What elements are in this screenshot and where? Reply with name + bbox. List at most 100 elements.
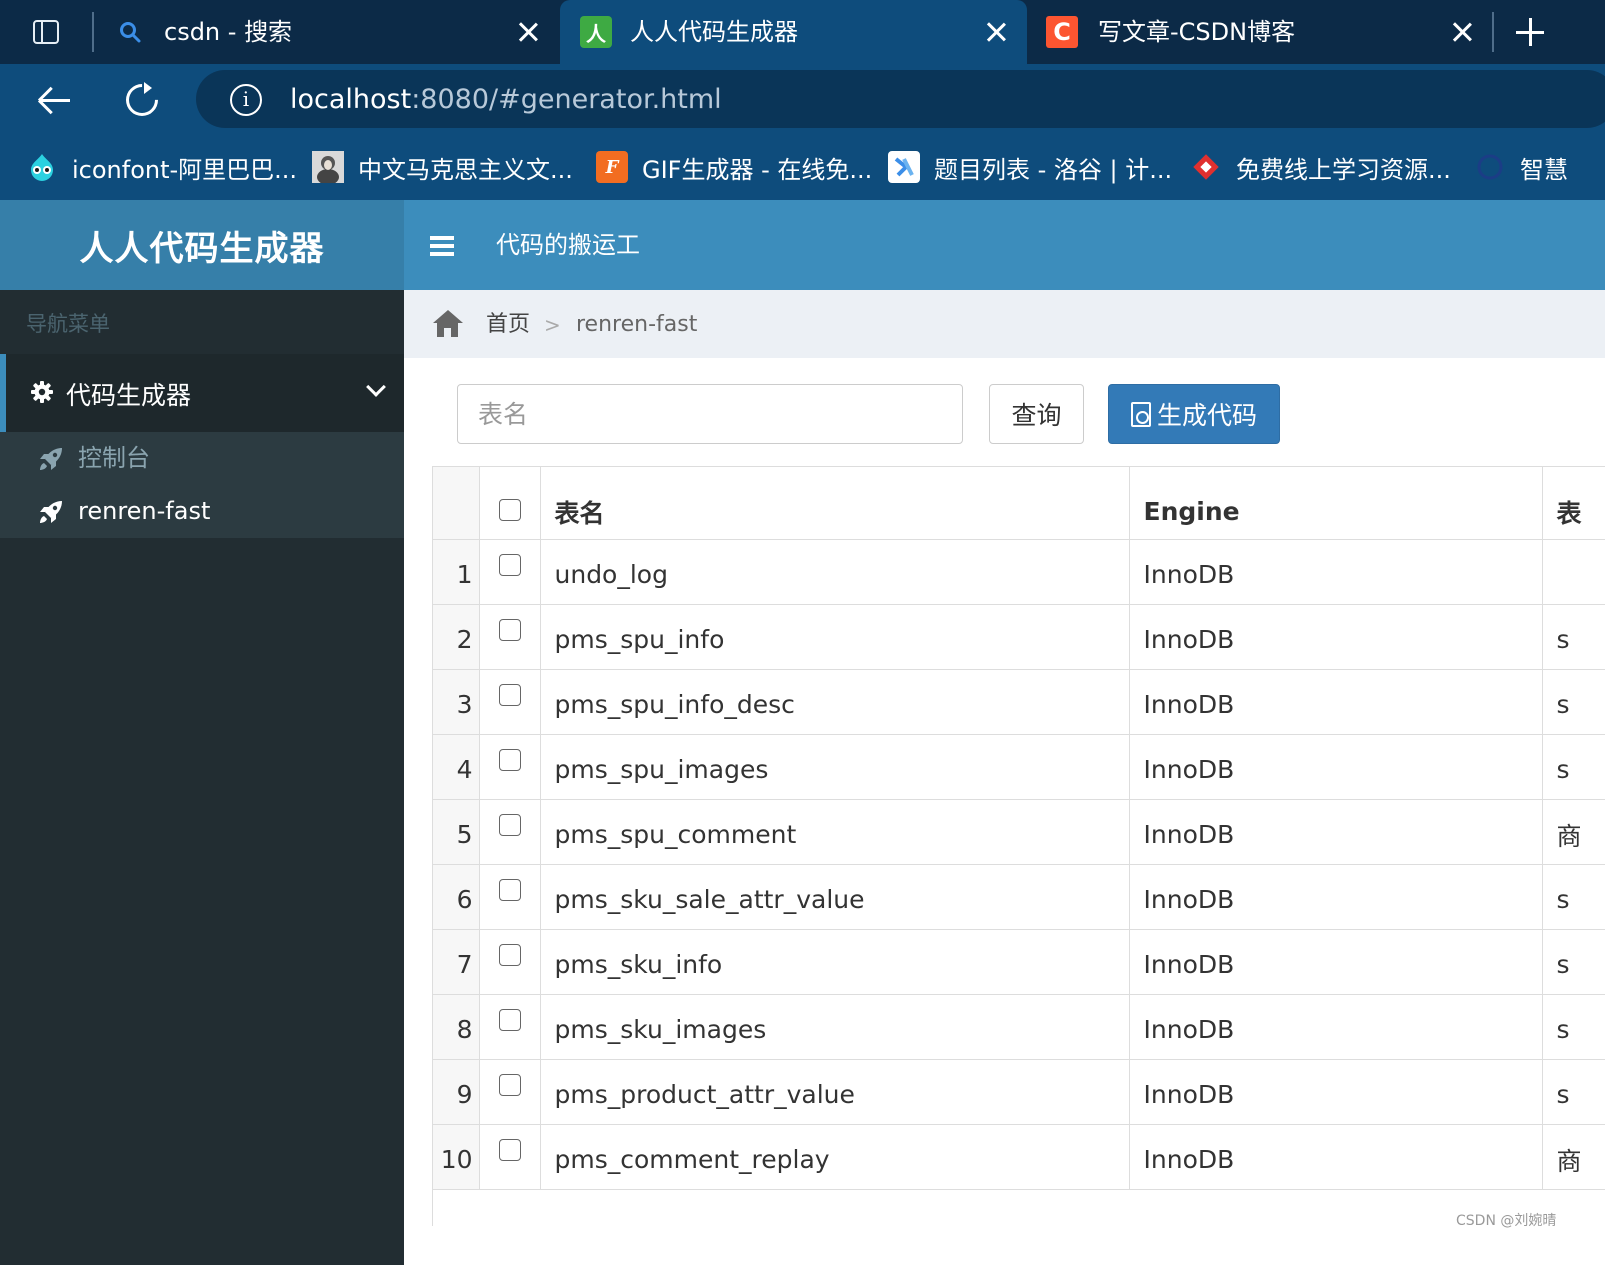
row-checkbox-cell (479, 929, 541, 995)
engine-cell: InnoDB (1129, 799, 1543, 865)
breadcrumb-home[interactable]: 首页 (486, 310, 530, 340)
comment-cell: 商 (1542, 799, 1605, 865)
bookmark-gif-generator[interactable]: F GIF生成器 - 在线免... (596, 150, 872, 184)
tab-title: 写文章-CSDN博客 (1098, 18, 1296, 46)
tab-csdn-search[interactable]: csdn - 搜索 (104, 0, 554, 64)
bookmark-label: 智慧 (1520, 155, 1568, 184)
engine-cell: InnoDB (1129, 604, 1543, 670)
bookmark-free-learning[interactable]: 免费线上学习资源... (1190, 150, 1451, 184)
url-text[interactable]: localhost:8080/#generator.html (290, 84, 722, 116)
table-name-cell: undo_log (540, 539, 1130, 605)
row-number: 6 (433, 864, 480, 930)
generate-code-label: 生成代码 (1156, 401, 1257, 430)
row-checkbox[interactable] (498, 1073, 521, 1096)
bookmarks-bar: iconfont-阿里巴巴... 中文马克思主义文... F GIF生成器 - … (0, 134, 1605, 200)
table-row[interactable]: 8 pms_sku_images InnoDB s (433, 994, 1605, 1060)
close-icon[interactable] (1448, 18, 1476, 46)
bookmark-marxism[interactable]: 中文马克思主义文... (312, 150, 573, 184)
column-header-table-name[interactable]: 表名 (540, 467, 1130, 540)
hamburger-menu-icon[interactable] (430, 236, 454, 256)
row-number: 9 (433, 1059, 480, 1125)
table-container: 表名 Engine 表 1 undo_log InnoDB 2 pms_spu_info… (432, 466, 1605, 1226)
tab-title: 人人代码生成器 (630, 18, 798, 46)
row-checkbox[interactable] (498, 813, 521, 836)
row-checkbox[interactable] (498, 878, 521, 901)
sidebar-header: 导航菜单 (26, 312, 110, 336)
circle-icon (1474, 151, 1506, 183)
tab-actions-icon[interactable] (28, 14, 64, 50)
row-checkbox[interactable] (498, 683, 521, 706)
row-checkbox[interactable] (498, 748, 521, 771)
sidebar-submenu: 控制台 renren-fast (0, 432, 404, 538)
bookmark-label: 免费线上学习资源... (1236, 155, 1451, 184)
table-row[interactable]: 10 pms_comment_replay InnoDB 商 (433, 1124, 1605, 1190)
url-host: localhost (290, 84, 412, 115)
row-checkbox[interactable] (498, 943, 521, 966)
row-checkbox[interactable] (498, 618, 521, 641)
table-name-cell: pms_spu_info_desc (540, 669, 1130, 735)
table-row[interactable]: 7 pms_sku_info InnoDB s (433, 929, 1605, 995)
home-icon[interactable] (432, 310, 464, 338)
query-button[interactable]: 查询 (989, 384, 1084, 444)
row-number: 8 (433, 994, 480, 1060)
back-arrow-icon[interactable] (36, 80, 76, 120)
comment-cell: 商 (1542, 1124, 1605, 1190)
table-name-cell: pms_sku_info (540, 929, 1130, 995)
bookmark-label: iconfont-阿里巴巴... (72, 155, 298, 184)
watermark: CSDN @刘婉晴 (1456, 1213, 1557, 1229)
generate-code-button[interactable]: 生成代码 (1108, 384, 1280, 444)
table-row[interactable]: 4 pms_spu_images InnoDB s (433, 734, 1605, 800)
app-logo[interactable]: 人人代码生成器 (0, 200, 404, 290)
portrait-icon (312, 151, 344, 183)
table-header-row: 表名 Engine 表 (433, 467, 1605, 540)
row-number: 3 (433, 669, 480, 735)
table-name-cell: pms_product_attr_value (540, 1059, 1130, 1125)
iconfont-icon (26, 151, 58, 183)
column-header-engine[interactable]: Engine (1129, 467, 1543, 540)
app-logo-text: 人人代码生成器 (79, 228, 325, 269)
tab-csdn-write[interactable]: C 写文章-CSDN博客 (1030, 0, 1490, 64)
row-checkbox[interactable] (498, 553, 521, 576)
bookmark-luogu[interactable]: 题目列表 - 洛谷 | 计... (888, 150, 1172, 184)
table-row[interactable]: 9 pms_product_attr_value InnoDB s (433, 1059, 1605, 1125)
sidebar: 导航菜单 代码生成器 控制台 renren-fast (0, 290, 404, 1265)
comment-cell: s (1542, 1059, 1605, 1125)
comment-cell: s (1542, 864, 1605, 930)
sidebar-item-renren-fast[interactable]: renren-fast (0, 485, 404, 538)
rocket-icon (38, 499, 64, 525)
table-row[interactable]: 5 pms_spu_comment InnoDB 商 (433, 799, 1605, 865)
bookmark-zhihui[interactable]: 智慧 (1474, 150, 1568, 184)
table-name-cell: pms_spu_images (540, 734, 1130, 800)
row-checkbox-cell (479, 604, 541, 670)
url-field[interactable]: i localhost:8080/#generator.html (196, 70, 1605, 128)
table-row[interactable]: 3 pms_spu_info_desc InnoDB s (433, 669, 1605, 735)
gif-f-icon: F (596, 151, 628, 183)
bookmark-label: 题目列表 - 洛谷 | 计... (934, 155, 1173, 184)
row-checkbox[interactable] (498, 1008, 521, 1031)
table-row[interactable]: 6 pms_sku_sale_attr_value InnoDB s (433, 864, 1605, 930)
engine-cell: InnoDB (1129, 669, 1543, 735)
comment-cell: s (1542, 994, 1605, 1060)
new-tab-plus-icon[interactable] (1512, 14, 1548, 50)
sidebar-group-code-generator[interactable]: 代码生成器 (0, 354, 404, 432)
reload-icon[interactable] (119, 77, 165, 123)
table-row[interactable]: 2 pms_spu_info InnoDB s (433, 604, 1605, 670)
table-name-cell: pms_spu_comment (540, 799, 1130, 865)
tab-title: csdn - 搜索 (164, 18, 293, 46)
bookmark-iconfont[interactable]: iconfont-阿里巴巴... (26, 150, 297, 184)
table-name-cell: pms_spu_info (540, 604, 1130, 670)
site-info-icon[interactable]: i (230, 84, 262, 116)
column-header-comment[interactable]: 表 (1542, 467, 1605, 540)
row-checkbox-cell (479, 799, 541, 865)
tab-renren-generator[interactable]: 人 人人代码生成器 (560, 0, 1027, 64)
table-name-search-input[interactable] (457, 384, 963, 444)
row-checkbox-cell (479, 734, 541, 800)
table-row[interactable]: 1 undo_log InnoDB (433, 539, 1605, 605)
row-checkbox-cell (479, 994, 541, 1060)
close-icon[interactable] (514, 18, 542, 46)
select-all-checkbox[interactable] (498, 499, 521, 521)
close-icon[interactable] (982, 18, 1010, 46)
row-checkbox[interactable] (498, 1138, 521, 1161)
tab-divider (1492, 12, 1494, 52)
sidebar-item-console[interactable]: 控制台 (0, 432, 404, 485)
